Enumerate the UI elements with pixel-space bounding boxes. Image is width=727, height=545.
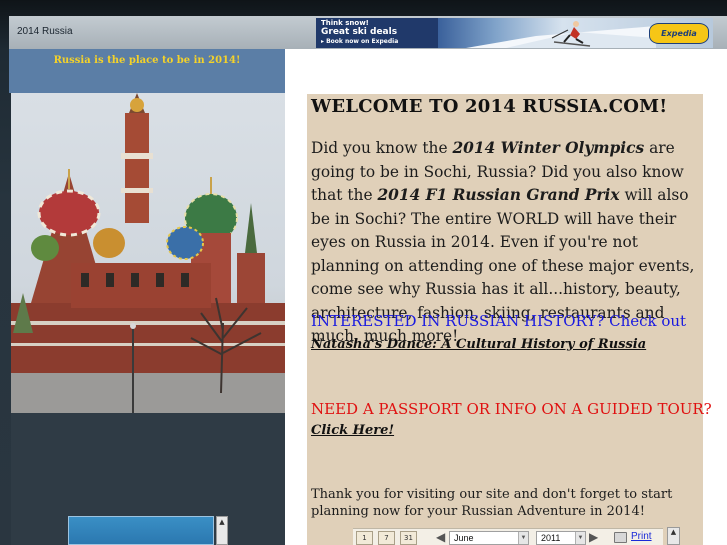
day-view-button[interactable]: 1 — [356, 531, 373, 545]
click-here-link[interactable]: Click Here! — [311, 423, 394, 438]
prev-month-icon[interactable]: ◀ — [436, 530, 445, 544]
skier-image — [466, 21, 656, 48]
expedia-banner-ad[interactable]: Think snow! Great ski deals ▸ Book now o… — [316, 18, 713, 48]
month-select[interactable]: June ▼ — [449, 531, 529, 545]
welcome-heading: WELCOME TO 2014 RUSSIA.COM! — [311, 96, 668, 117]
right-gutter — [714, 49, 727, 545]
year-select[interactable]: 2011 ▼ — [536, 531, 586, 545]
intro-text-1: Did you know the — [311, 139, 453, 157]
site-title[interactable]: 2014 Russia — [17, 26, 73, 37]
sidebar-widget-scroll-up-icon[interactable]: ▲ — [216, 516, 228, 545]
book-link[interactable]: Natasha's Dance: A Cultural History of R… — [311, 337, 646, 352]
next-month-icon[interactable]: ▶ — [589, 530, 598, 544]
st-basils-cathedral-photo — [11, 93, 285, 413]
printer-icon[interactable] — [614, 532, 627, 543]
expedia-logo: Expedia — [649, 23, 709, 44]
sidebar-widget[interactable] — [68, 516, 214, 545]
olympics-emphasis: 2014 Winter Olympics — [452, 139, 645, 157]
print-link[interactable]: Print — [631, 531, 652, 542]
passport-prompt: NEED A PASSPORT OR INFO ON A GUIDED TOUR… — [311, 400, 712, 418]
month-view-button[interactable]: 31 — [400, 531, 417, 545]
ad-title: Great ski deals — [321, 27, 398, 37]
year-select-value: 2011 — [541, 533, 561, 543]
sidebar-tagline-band: Russia is the place to be in 2014! — [9, 49, 285, 93]
ad-text-block: Think snow! Great ski deals ▸ Book now o… — [316, 18, 438, 48]
chevron-down-icon: ▼ — [518, 532, 528, 544]
history-prompt: INTERESTED IN RUSSIAN HISTORY? Check out — [311, 312, 687, 330]
sidebar-tagline: Russia is the place to be in 2014! — [53, 55, 241, 66]
f1-emphasis: 2014 F1 Russian Grand Prix — [377, 186, 620, 204]
week-view-button[interactable]: 7 — [378, 531, 395, 545]
chevron-down-icon: ▼ — [575, 532, 585, 544]
ad-headline: Think snow! — [321, 19, 369, 27]
month-select-value: June — [454, 533, 474, 543]
thanks-message: Thank you for visiting our site and don'… — [311, 487, 673, 519]
ad-cta: ▸ Book now on Expedia — [321, 38, 399, 45]
calendar-scroll-up-icon[interactable]: ▲ — [667, 527, 680, 545]
